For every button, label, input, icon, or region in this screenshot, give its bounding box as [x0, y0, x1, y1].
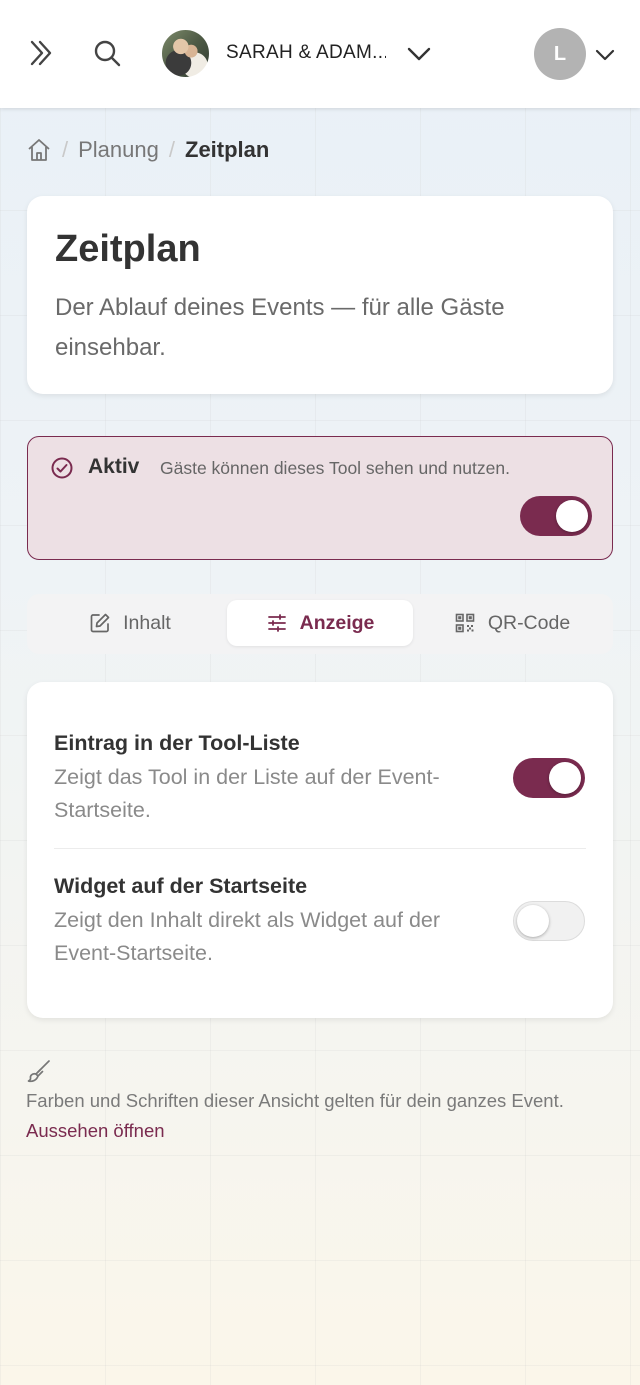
open-appearance-link[interactable]: Aussehen öffnen — [26, 1120, 165, 1142]
event-avatar[interactable] — [160, 28, 211, 79]
tab-qr-code-label: QR-Code — [487, 611, 571, 634]
search-icon[interactable] — [88, 34, 126, 72]
tab-bar: Inhalt Anzeige QR-Code — [27, 594, 613, 654]
chevrons-right-icon[interactable] — [22, 34, 60, 72]
sliders-icon — [266, 612, 288, 634]
breadcrumb-separator: / — [168, 137, 175, 162]
divider — [54, 848, 586, 849]
active-description: Gäste können dieses Tool sehen und nutze… — [160, 458, 510, 478]
pencil-icon — [89, 612, 111, 634]
setting-tool-list-title: Eintrag in der Tool-Liste — [54, 731, 300, 755]
event-name[interactable]: SARAH & ADAM... — [226, 42, 386, 64]
tab-qr-code[interactable]: QR-Code — [417, 600, 607, 646]
active-status-card: Aktiv Gäste können dieses Tool sehen und… — [27, 436, 613, 560]
breadcrumb-planung[interactable]: Planung — [78, 137, 159, 163]
chevron-down-icon[interactable] — [590, 40, 620, 70]
setting-widget-description: Zeigt den Inhalt direkt als Widget auf d… — [54, 908, 441, 965]
display-settings-card: Eintrag in der Tool-Liste Zeigt das Tool… — [27, 682, 613, 1018]
tab-anzeige[interactable]: Anzeige — [227, 600, 413, 646]
home-icon[interactable] — [26, 137, 52, 163]
breadcrumb-separator: / — [62, 137, 69, 162]
page-subtitle: Der Ablauf deines Events — für alle Gäst… — [55, 294, 505, 361]
toggle-knob — [517, 905, 549, 937]
tab-anzeige-label: Anzeige — [299, 611, 375, 634]
page-title: Zeitplan — [55, 228, 201, 270]
chevron-down-icon[interactable] — [402, 38, 436, 70]
qr-code-icon — [454, 612, 476, 634]
setting-widget-title: Widget auf der Startseite — [54, 874, 308, 898]
widget-toggle[interactable] — [513, 901, 585, 941]
toggle-knob — [556, 500, 588, 532]
user-avatar[interactable]: L — [534, 28, 586, 80]
brush-icon — [26, 1058, 52, 1084]
tab-inhalt-label: Inhalt — [123, 611, 171, 634]
tool-list-toggle[interactable] — [513, 758, 585, 798]
breadcrumb-current: Zeitplan — [185, 137, 270, 162]
active-label: Aktiv — [88, 455, 140, 478]
top-bar: SARAH & ADAM... L — [0, 0, 640, 108]
toggle-knob — [549, 762, 581, 794]
active-toggle[interactable] — [520, 496, 592, 536]
check-circle-icon — [50, 456, 74, 480]
tab-inhalt[interactable]: Inhalt — [35, 600, 225, 646]
title-card: Zeitplan Der Ablauf deines Events — für … — [27, 196, 613, 394]
breadcrumb: / Planung / Zeitplan — [26, 134, 269, 166]
footer-note: Farben und Schriften dieser Ansicht gelt… — [26, 1090, 564, 1111]
setting-tool-list-description: Zeigt das Tool in der Liste auf der Even… — [54, 765, 440, 822]
